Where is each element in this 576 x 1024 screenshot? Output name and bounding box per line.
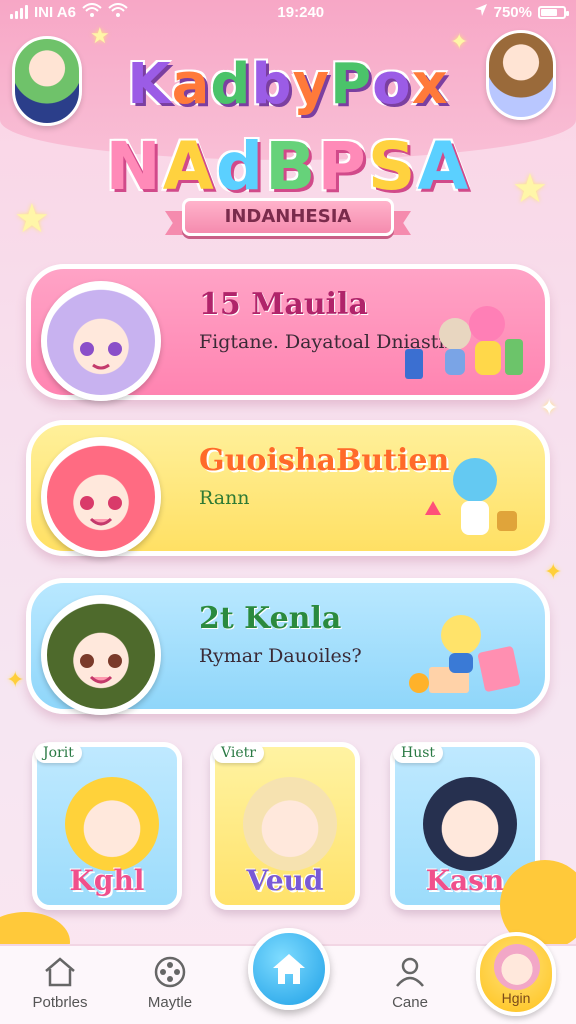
star-icon: ✦ [540, 396, 559, 421]
characters-illustration [405, 306, 523, 379]
feature-card-2[interactable]: GuoishaButien Rann [26, 420, 550, 557]
battery-percent: 750% [493, 3, 532, 21]
signal-icon [10, 5, 28, 19]
star-icon: ★ [90, 24, 110, 49]
feature-card-1[interactable]: 15 Mauila Figtane. Dayatoal Dniastn [26, 264, 550, 401]
star-icon: ✦ [6, 668, 25, 693]
character-portrait [65, 777, 159, 871]
app-subtitle: NAdBPSA [0, 128, 576, 205]
region-ribbon: INDANHESIA [182, 198, 394, 236]
title-letter: y [292, 52, 331, 117]
card-avatar [41, 281, 161, 401]
nav-item-1[interactable]: Potbrles [10, 956, 110, 1011]
status-left: INI A6 [10, 3, 128, 21]
card-avatar [41, 595, 161, 715]
card-title: 15 Mauila [199, 287, 368, 322]
character-face-icon [80, 496, 122, 526]
character-portrait [423, 777, 517, 871]
app-title: KadbyPox [0, 52, 576, 117]
title-letter: a [171, 52, 211, 117]
nav-label: Cane [392, 994, 428, 1011]
feature-card-3[interactable]: 2t Kenla Rymar Dauoiles? [26, 578, 550, 715]
characters-illustration [409, 615, 521, 693]
nav-label: Maytle [147, 994, 193, 1011]
card-subtitle: Rymar Dauoiles? [199, 645, 362, 667]
title-letter: d [215, 128, 266, 205]
film-reel-icon [154, 956, 186, 988]
carrier-text: INI A6 [34, 3, 76, 21]
title-letter: b [251, 52, 293, 117]
location-icon [474, 3, 488, 21]
status-right: 750% [474, 3, 569, 21]
title-letter: x [411, 52, 449, 117]
title-letter: P [317, 128, 368, 205]
title-letter: o [372, 52, 412, 117]
home-icon [273, 954, 305, 984]
speech-bubble: Jorit [35, 743, 82, 763]
tile-label: Kghl [69, 864, 145, 897]
nav-item-4[interactable]: Cane [360, 956, 460, 1011]
battery-icon [537, 5, 569, 19]
clock: 19:240 [277, 3, 325, 21]
wifi-icon-2 [108, 3, 128, 21]
card-title: 2t Kenla [199, 601, 342, 636]
characters-illustration [425, 458, 517, 535]
title-letter: S [367, 128, 418, 205]
profile-button[interactable]: Hgin [476, 932, 556, 1016]
title-letter: d [210, 52, 252, 117]
title-letter: P [330, 52, 373, 117]
speech-bubble: Hust [393, 743, 444, 763]
nav-label: Hgin [501, 990, 531, 1006]
character-face-icon [80, 342, 122, 370]
status-bar: INI A6 19:240 750% [0, 0, 576, 24]
nav-label: Potbrles [32, 994, 88, 1011]
person-icon [396, 957, 424, 987]
character-portrait [243, 777, 337, 871]
title-letter: N [105, 128, 163, 205]
card-subtitle: Rann [199, 487, 250, 509]
speech-bubble: Vietr [213, 743, 264, 763]
title-letter: K [127, 52, 172, 117]
title-letter: B [265, 128, 318, 205]
title-letter: A [417, 128, 471, 205]
character-tile-1[interactable]: Jorit Kghl [32, 742, 182, 910]
bottom-nav: Potbrles Maytle Cane Hgin [0, 928, 576, 1024]
house-outline-icon [45, 957, 75, 987]
character-tile-2[interactable]: Vietr Veud [210, 742, 360, 910]
card-avatar [41, 437, 161, 557]
home-button[interactable] [248, 928, 330, 1010]
star-icon: ✦ [544, 560, 563, 585]
title-letter: A [162, 128, 216, 205]
wifi-icon [82, 3, 102, 21]
tile-label: Veud [246, 864, 324, 897]
nav-item-2[interactable]: Maytle [120, 956, 220, 1011]
character-face-icon [80, 654, 122, 684]
profile-avatar-icon [494, 944, 540, 990]
